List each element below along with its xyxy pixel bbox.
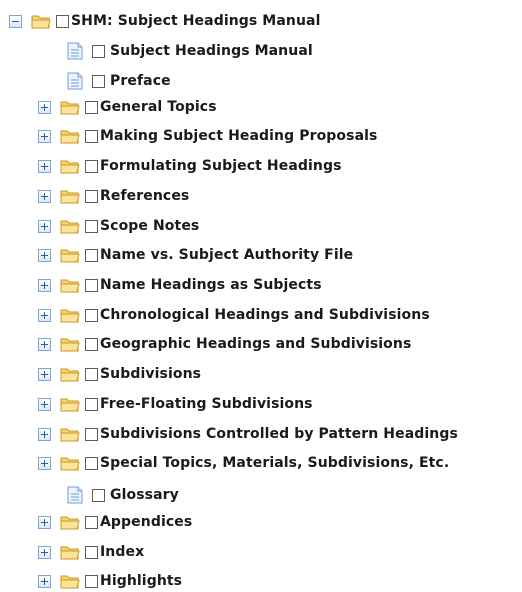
document-icon (67, 42, 83, 60)
folder-icon (60, 398, 80, 412)
expand-icon[interactable] (38, 337, 51, 351)
tree-node-highlights[interactable]: Highlights (38, 570, 182, 592)
node-checkbox[interactable] (85, 574, 98, 588)
tree-node-glossary[interactable]: Glossary (67, 484, 179, 506)
tree-node-scope-notes[interactable]: Scope Notes (38, 215, 199, 237)
node-checkbox[interactable] (85, 337, 98, 351)
tree-node-label[interactable]: Subject Headings Manual (110, 43, 313, 59)
folder-icon (60, 220, 80, 234)
node-checkbox[interactable] (85, 129, 98, 143)
node-checkbox[interactable] (85, 397, 98, 411)
tree-node-label[interactable]: SHM: Subject Headings Manual (71, 13, 320, 29)
expand-icon[interactable] (38, 248, 51, 262)
tree-node-label[interactable]: General Topics (100, 99, 217, 115)
collapse-icon[interactable] (9, 14, 22, 28)
folder-open-icon (31, 15, 51, 29)
tree-node-label[interactable]: Subdivisions (100, 366, 201, 382)
tree-node-making-proposals[interactable]: Making Subject Heading Proposals (38, 125, 377, 147)
node-checkbox[interactable] (85, 219, 98, 233)
tree-node-label[interactable]: Formulating Subject Headings (100, 158, 342, 174)
tree-node-geographic[interactable]: Geographic Headings and Subdivisions (38, 333, 411, 355)
node-checkbox[interactable] (85, 427, 98, 441)
tree-node-label[interactable]: Chronological Headings and Subdivisions (100, 307, 430, 323)
tree-node-label[interactable]: Index (100, 544, 144, 560)
folder-icon (60, 516, 80, 530)
expand-icon[interactable] (38, 367, 51, 381)
expand-icon[interactable] (38, 456, 51, 470)
expand-icon[interactable] (38, 308, 51, 322)
node-checkbox[interactable] (85, 367, 98, 381)
tree-node-index[interactable]: Index (38, 541, 144, 563)
node-checkbox[interactable] (85, 308, 98, 322)
document-icon (67, 72, 83, 90)
tree-node-label[interactable]: Geographic Headings and Subdivisions (100, 336, 411, 352)
expand-icon[interactable] (38, 189, 51, 203)
tree-node-label[interactable]: Name Headings as Subjects (100, 277, 322, 293)
tree-node-root[interactable]: SHM: Subject Headings Manual (9, 10, 320, 32)
expand-icon[interactable] (38, 574, 51, 588)
tree-node-appendices[interactable]: Appendices (38, 511, 192, 533)
tree-node-general-topics[interactable]: General Topics (38, 96, 217, 118)
document-icon (67, 486, 83, 504)
tree-node-pattern-headings[interactable]: Subdivisions Controlled by Pattern Headi… (38, 423, 458, 445)
tree-node-label[interactable]: Appendices (100, 514, 192, 530)
expand-icon[interactable] (38, 545, 51, 559)
expand-icon[interactable] (38, 100, 51, 114)
tree-node-references[interactable]: References (38, 185, 189, 207)
folder-icon (60, 546, 80, 560)
node-checkbox[interactable] (92, 488, 105, 502)
tree-node-special-topics[interactable]: Special Topics, Materials, Subdivisions,… (38, 452, 449, 474)
node-checkbox[interactable] (92, 74, 105, 88)
folder-icon (60, 279, 80, 293)
tree-node-label[interactable]: References (100, 188, 189, 204)
tree-node-formulating[interactable]: Formulating Subject Headings (38, 155, 342, 177)
node-checkbox[interactable] (85, 545, 98, 559)
tree-node-label[interactable]: Making Subject Heading Proposals (100, 128, 377, 144)
tree-node-label[interactable]: Scope Notes (100, 218, 199, 234)
node-checkbox[interactable] (85, 278, 98, 292)
tree-node-label[interactable]: Preface (110, 73, 171, 89)
root-checkbox[interactable] (56, 14, 69, 28)
folder-icon (60, 575, 80, 589)
tree-node-label[interactable]: Subdivisions Controlled by Pattern Headi… (100, 426, 458, 442)
tree-node-label[interactable]: Special Topics, Materials, Subdivisions,… (100, 455, 449, 471)
tree-node-name-vs-subject[interactable]: Name vs. Subject Authority File (38, 244, 353, 266)
node-checkbox[interactable] (85, 515, 98, 529)
expand-icon[interactable] (38, 515, 51, 529)
tree-node-preface[interactable]: Preface (67, 70, 171, 92)
expand-icon[interactable] (38, 219, 51, 233)
expand-icon[interactable] (38, 397, 51, 411)
node-checkbox[interactable] (85, 100, 98, 114)
folder-icon (60, 160, 80, 174)
node-checkbox[interactable] (85, 189, 98, 203)
node-checkbox[interactable] (85, 248, 98, 262)
node-checkbox[interactable] (85, 456, 98, 470)
tree-node-free-floating[interactable]: Free-Floating Subdivisions (38, 393, 313, 415)
expand-icon[interactable] (38, 427, 51, 441)
node-checkbox[interactable] (92, 44, 105, 58)
tree-node-subdivisions[interactable]: Subdivisions (38, 363, 201, 385)
expand-icon[interactable] (38, 278, 51, 292)
tree-node-label[interactable]: Highlights (100, 573, 182, 589)
folder-icon (60, 428, 80, 442)
tree-node-label[interactable]: Free-Floating Subdivisions (100, 396, 313, 412)
folder-icon (60, 190, 80, 204)
folder-icon (60, 101, 80, 115)
node-checkbox[interactable] (85, 159, 98, 173)
folder-icon (60, 338, 80, 352)
folder-icon (60, 249, 80, 263)
tree-node-label[interactable]: Glossary (110, 487, 179, 503)
expand-icon[interactable] (38, 129, 51, 143)
expand-icon[interactable] (38, 159, 51, 173)
folder-icon (60, 309, 80, 323)
folder-icon (60, 130, 80, 144)
tree-node-label[interactable]: Name vs. Subject Authority File (100, 247, 353, 263)
folder-icon (60, 457, 80, 471)
tree-node-subject-headings-manual[interactable]: Subject Headings Manual (67, 40, 313, 62)
tree-node-chronological[interactable]: Chronological Headings and Subdivisions (38, 304, 430, 326)
tree-node-name-headings[interactable]: Name Headings as Subjects (38, 274, 322, 296)
folder-icon (60, 368, 80, 382)
